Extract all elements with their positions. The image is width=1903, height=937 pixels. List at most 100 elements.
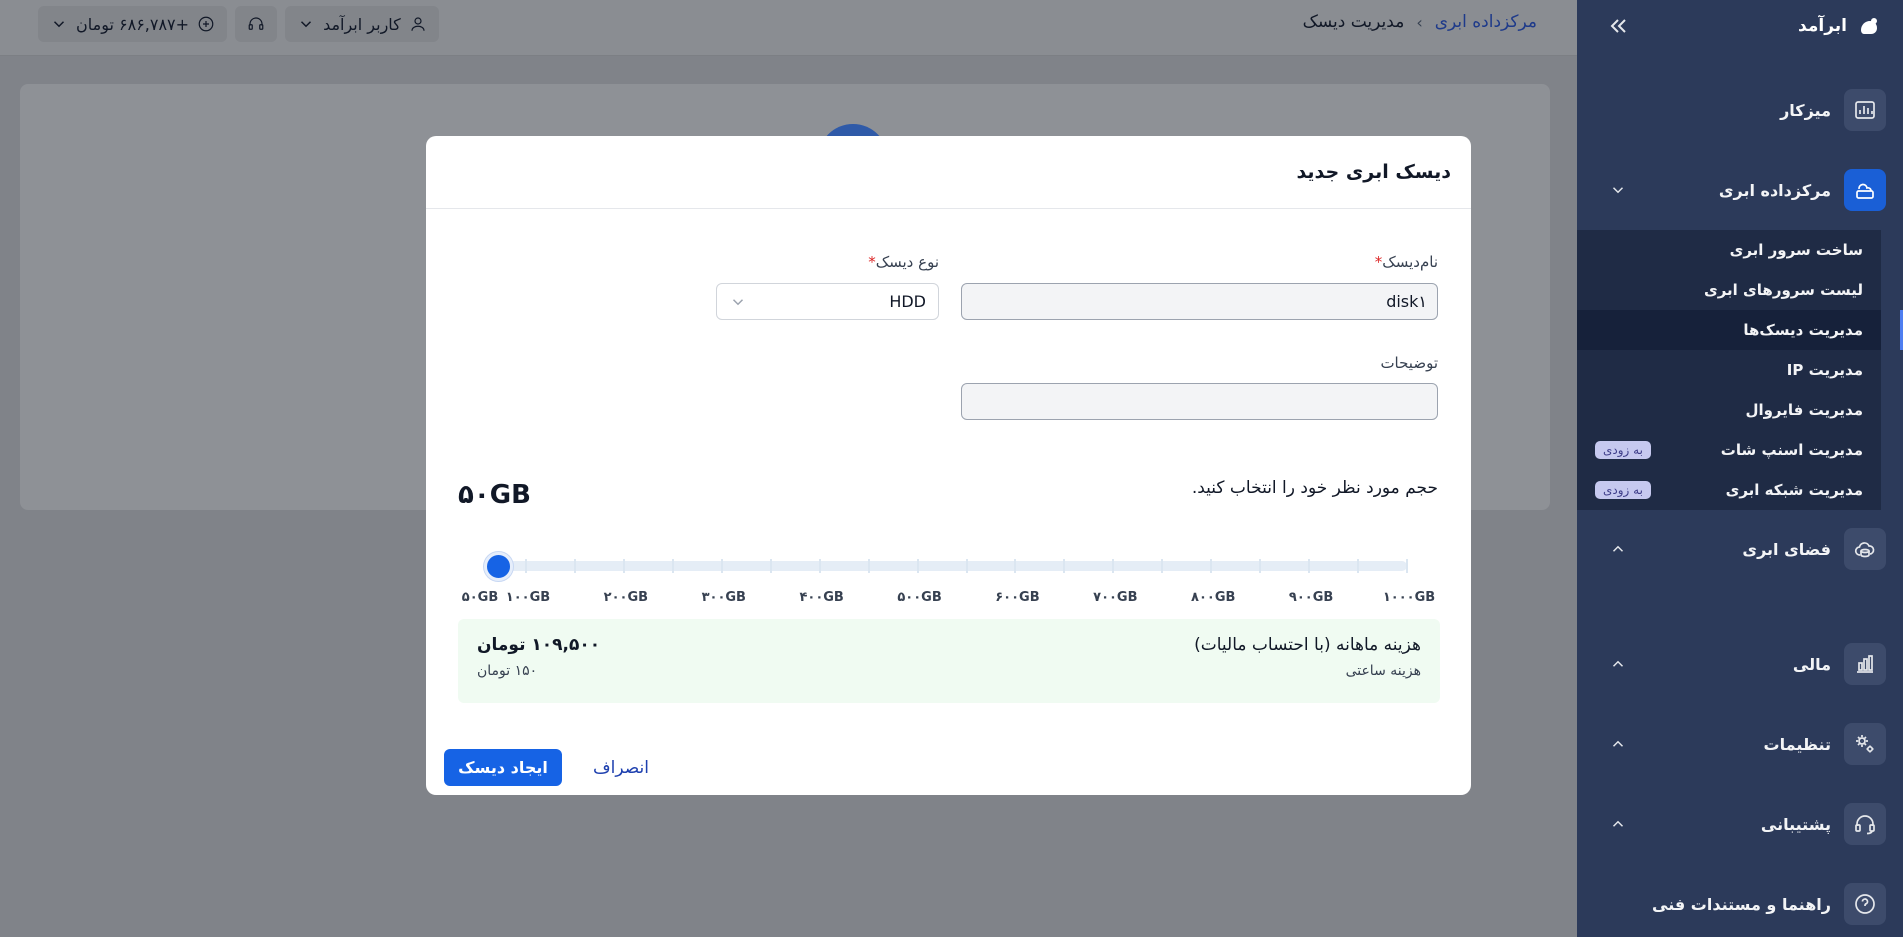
submenu-item-label: مدیریت اسنپ شات: [1720, 441, 1863, 459]
chevron-down-icon: [732, 298, 744, 305]
sidebar-nav: میزکار مرکزداده ابری ساخت سرور ابری لیست…: [1577, 70, 1903, 937]
submenu-item-label: لیست سرورهای ابری: [1703, 281, 1863, 299]
chevron-up-icon: [1612, 740, 1624, 747]
collapse-sidebar-icon[interactable]: [1607, 14, 1631, 38]
slider-tick-label: ۱۰۰۰GB: [1382, 590, 1436, 605]
submenu-item-server-list[interactable]: لیست سرورهای ابری: [1577, 270, 1881, 310]
slider-tick: [965, 559, 968, 573]
support-button[interactable]: [235, 6, 278, 42]
chevron-up-icon: [1612, 660, 1624, 667]
brand-logo-icon: [1861, 18, 1877, 34]
user-name: کاربر ابرآمد: [323, 14, 401, 34]
submenu-item-label: مدیریت دیسک‌ها: [1743, 321, 1863, 339]
brand[interactable]: ابرآمد: [1798, 12, 1883, 40]
cloud-datacenter-icon: [1844, 169, 1886, 211]
disk-name-input[interactable]: disk۱: [961, 283, 1438, 320]
breadcrumb: مرکزداده ابری › مدیریت دیسک: [1303, 12, 1537, 32]
sidebar-item-support[interactable]: پشتیبانی: [1577, 784, 1903, 864]
slider-tick-label: ۵۰۰GB: [897, 590, 942, 605]
slider-tick: [1259, 559, 1262, 573]
top-bar: مرکزداده ابری › مدیریت دیسک کاربر ابرآمد…: [0, 0, 1577, 56]
submenu-item-ip-management[interactable]: مدیریت IP: [1577, 350, 1881, 390]
disk-type-label-text: نوع دیسک: [875, 253, 939, 271]
slider-tick: [1406, 559, 1408, 573]
sidebar: ابرآمد میزکار مرکزداده ابری ساخت سرور اب…: [1577, 0, 1903, 937]
slider-tick: [525, 559, 527, 573]
top-actions: کاربر ابرآمد +۶۸۶,۷۸۷ تومان: [38, 6, 439, 42]
breadcrumb-root-link[interactable]: مرکزداده ابری: [1435, 12, 1537, 32]
submenu-item-disk-management[interactable]: مدیریت دیسک‌ها: [1577, 310, 1903, 350]
create-disk-button[interactable]: ایجاد دیسک: [444, 749, 562, 786]
slider-tick: [1112, 559, 1115, 573]
dashboard-chart-icon: [1844, 89, 1886, 131]
slider-tick-label: ۲۰۰GB: [603, 590, 649, 605]
submenu-item-firewall[interactable]: مدیریت فایروال: [1577, 390, 1881, 430]
slider-tick: [916, 559, 919, 573]
sidebar-item-label: مالی: [1792, 654, 1831, 674]
cloud-storage-icon: [1844, 528, 1886, 570]
size-prompt: حجم مورد نظر خود را انتخاب کنید.: [1191, 478, 1438, 498]
chevron-up-icon: [1612, 820, 1624, 827]
monthly-cost-value: ۱۰۹,۵۰۰ تومان: [477, 635, 601, 655]
breadcrumb-current: مدیریت دیسک: [1302, 12, 1405, 32]
submenu-item-snapshot[interactable]: مدیریت اسنپ شات به زودی: [1577, 430, 1881, 470]
slider-tick-label: ۳۰۰GB: [701, 590, 746, 605]
balance-button[interactable]: +۶۸۶,۷۸۷ تومان: [38, 6, 228, 42]
help-icon: [1844, 883, 1886, 925]
sidebar-item-cloud-datacenter[interactable]: مرکزداده ابری: [1577, 150, 1903, 230]
sidebar-item-docs[interactable]: راهنما و مستندات فنی: [1577, 864, 1903, 937]
monthly-cost-label: هزینه ماهانه (با احتساب مالیات): [1194, 635, 1421, 655]
sidebar-item-dashboard[interactable]: میزکار: [1577, 70, 1903, 150]
user-icon: [411, 17, 425, 31]
submenu-item-label: مدیریت شبکه ابری: [1725, 481, 1863, 499]
slider-tick: [769, 559, 772, 573]
disk-type-value: HDD: [889, 292, 926, 311]
slider-tick: [1014, 559, 1017, 573]
sidebar-item-label: تنظیمات: [1763, 734, 1831, 754]
sidebar-item-finance[interactable]: مالی: [1577, 624, 1903, 704]
breadcrumb-separator: ›: [1416, 12, 1423, 32]
slider-tick: [720, 559, 723, 573]
hourly-cost-value: ۱۵۰ تومان: [477, 663, 538, 679]
slider-tick: [818, 559, 821, 573]
description-label: توضیحات: [1380, 354, 1438, 372]
disk-size-slider[interactable]: ۵۰GB ۱۰۰GB ۲۰۰GB ۳۰۰GB ۴۰۰GB ۵۰۰GB ۶۰۰GB ۷۰۰GB ۸…: [462, 548, 1435, 605]
headset-icon: [1844, 803, 1886, 845]
slider-tick: [622, 559, 625, 573]
slider-tick-label: ۶۰۰GB: [995, 590, 1040, 605]
submenu-item-cloud-network[interactable]: مدیریت شبکه ابری به زودی: [1577, 470, 1881, 510]
coming-soon-badge: به زودی: [1595, 481, 1651, 499]
user-menu-button[interactable]: کاربر ابرآمد: [285, 6, 439, 42]
brand-name: ابرآمد: [1798, 16, 1847, 36]
submenu-item-create-server[interactable]: ساخت سرور ابری: [1577, 230, 1881, 270]
slider-thumb[interactable]: [484, 552, 513, 581]
cancel-button[interactable]: انصراف: [593, 749, 649, 786]
required-mark: *: [868, 253, 876, 271]
slider-tick-label: ۷۰۰GB: [1093, 590, 1138, 605]
chevron-down-icon: [53, 21, 65, 28]
finance-chart-icon: [1844, 643, 1886, 685]
slider-tick-label: ۵۰GB: [461, 590, 499, 605]
coming-soon-badge: به زودی: [1595, 441, 1651, 459]
chevron-down-icon: [1612, 187, 1624, 194]
chevron-down-icon: [301, 21, 312, 28]
slider-tick: [1063, 559, 1066, 573]
disk-type-select[interactable]: HDD: [716, 283, 939, 320]
sidebar-item-label: مرکزداده ابری: [1718, 180, 1831, 200]
new-disk-modal: دیسک ابری جدید نام‌دیسک* disk۱ نوع دیسک*…: [426, 136, 1471, 795]
gears-icon: [1844, 723, 1886, 765]
slider-track[interactable]: [496, 561, 1407, 571]
slider-tick-label: ۴۰۰GB: [799, 590, 844, 605]
slider-tick: [1357, 559, 1360, 573]
sidebar-item-settings[interactable]: تنظیمات: [1577, 704, 1903, 784]
sidebar-item-cloud-storage[interactable]: فضای ابری: [1577, 510, 1903, 588]
submenu-item-label: ساخت سرور ابری: [1729, 241, 1863, 259]
cost-summary: هزینه ماهانه (با احتساب مالیات) هزینه سا…: [458, 619, 1440, 703]
slider-tick: [671, 559, 674, 573]
disk-type-label: نوع دیسک*: [865, 253, 939, 271]
slider-tick-label: ۱۰۰GB: [505, 590, 551, 605]
balance-amount: +۶۸۶,۷۸۷ تومان: [76, 14, 190, 34]
slider-tick-label: ۹۰۰GB: [1288, 590, 1334, 605]
description-input[interactable]: [961, 383, 1438, 420]
